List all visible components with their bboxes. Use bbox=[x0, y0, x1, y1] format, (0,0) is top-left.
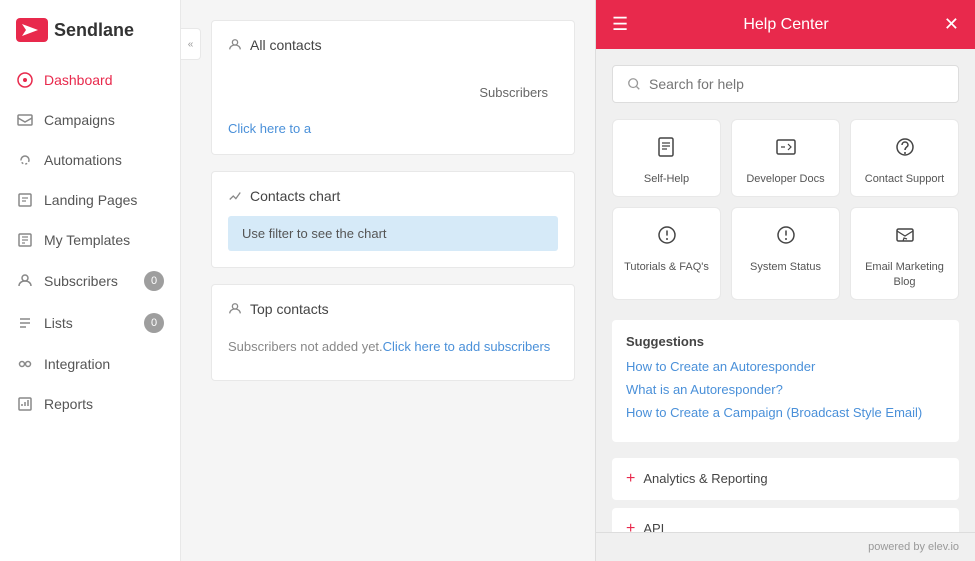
top-contacts-card: Top contacts Subscribers not added yet.C… bbox=[211, 284, 575, 381]
all-contacts-link[interactable]: Click here to a bbox=[228, 121, 311, 136]
email-marketing-blog-icon bbox=[894, 224, 916, 252]
sidebar-item-campaigns-label: Campaigns bbox=[44, 112, 115, 128]
reports-icon bbox=[16, 395, 34, 413]
search-input[interactable] bbox=[649, 76, 944, 92]
sidebar-nav: Dashboard Campaigns Automations Landing … bbox=[0, 60, 180, 561]
all-contacts-icon bbox=[228, 38, 242, 52]
all-contacts-header: All contacts bbox=[228, 37, 558, 53]
sidebar-item-integration[interactable]: Integration bbox=[0, 344, 180, 384]
developer-docs-label: Developer Docs bbox=[746, 172, 824, 186]
collapse-sidebar-button[interactable]: « bbox=[181, 28, 201, 60]
accordion-analytics-reporting-label: Analytics & Reporting bbox=[643, 471, 767, 486]
dashboard-icon bbox=[16, 71, 34, 89]
top-contacts-title: Top contacts bbox=[250, 301, 329, 317]
campaigns-icon bbox=[16, 111, 34, 129]
contacts-chart-card: Contacts chart Use filter to see the cha… bbox=[211, 171, 575, 268]
sidebar-item-automations-label: Automations bbox=[44, 152, 122, 168]
top-contacts-header: Top contacts bbox=[228, 301, 558, 317]
help-center-body: Self-Help Developer Docs Contact Support… bbox=[596, 49, 975, 532]
sidebar-item-lists-label: Lists bbox=[44, 315, 73, 331]
all-contacts-title: All contacts bbox=[250, 37, 322, 53]
filter-hint: Use filter to see the chart bbox=[228, 216, 558, 251]
accordion-api[interactable]: + API bbox=[612, 508, 959, 532]
sidebar-item-campaigns[interactable]: Campaigns bbox=[0, 100, 180, 140]
suggestion-what-autoresponder[interactable]: What is an Autoresponder? bbox=[626, 382, 945, 397]
sidebar-item-landing-pages[interactable]: Landing Pages bbox=[0, 180, 180, 220]
suggestion-campaign-broadcast[interactable]: How to Create a Campaign (Broadcast Styl… bbox=[626, 405, 945, 420]
content-area: All contacts Subscribers Click here to a… bbox=[181, 0, 595, 417]
lists-badge: 0 bbox=[144, 313, 164, 333]
search-icon bbox=[627, 77, 641, 91]
sendlane-logo-icon bbox=[16, 18, 48, 42]
all-contacts-card: All contacts Subscribers Click here to a bbox=[211, 20, 575, 155]
help-center-header: ☰ Help Center ✕ bbox=[596, 0, 975, 49]
top-contacts-icon bbox=[228, 302, 242, 316]
sidebar-item-reports-label: Reports bbox=[44, 396, 93, 412]
contact-support-icon bbox=[894, 136, 916, 164]
suggestion-autoresponder[interactable]: How to Create an Autoresponder bbox=[626, 359, 945, 374]
help-center-menu-icon[interactable]: ☰ bbox=[612, 14, 628, 35]
sidebar-item-automations[interactable]: Automations bbox=[0, 140, 180, 180]
add-subscribers-link[interactable]: Click here to add subscribers bbox=[383, 339, 551, 354]
suggestions-section: Suggestions How to Create an Autorespond… bbox=[612, 320, 959, 442]
help-center-title: Help Center bbox=[628, 16, 944, 34]
sidebar-item-subscribers-label: Subscribers bbox=[44, 273, 118, 289]
self-help-label: Self-Help bbox=[644, 172, 689, 186]
sidebar-item-reports[interactable]: Reports bbox=[0, 384, 180, 424]
sidebar-item-integration-label: Integration bbox=[44, 356, 110, 372]
developer-docs-icon bbox=[775, 136, 797, 164]
integration-icon bbox=[16, 355, 34, 373]
main-content: « All contacts Subscribers Click here to… bbox=[181, 0, 595, 561]
system-status-icon bbox=[775, 224, 797, 252]
help-center-panel: ☰ Help Center ✕ Self-Help Developer Docs bbox=[595, 0, 975, 561]
help-search-bar[interactable] bbox=[612, 65, 959, 103]
sidebar-item-my-templates-label: My Templates bbox=[44, 232, 130, 248]
sidebar-item-dashboard-label: Dashboard bbox=[44, 72, 113, 88]
accordion-api-label: API bbox=[643, 521, 664, 532]
automations-icon bbox=[16, 151, 34, 169]
system-status-label: System Status bbox=[750, 260, 821, 274]
sidebar: Sendlane Dashboard Campaigns Automations… bbox=[0, 0, 181, 561]
sidebar-item-my-templates[interactable]: My Templates bbox=[0, 220, 180, 260]
tutorials-faqs-label: Tutorials & FAQ's bbox=[624, 260, 709, 274]
contacts-chart-title: Contacts chart bbox=[250, 188, 340, 204]
accordion-plus-icon-2: + bbox=[626, 520, 635, 532]
logo-text: Sendlane bbox=[54, 20, 134, 41]
subscribers-label: Subscribers bbox=[228, 65, 558, 120]
accordion-plus-icon: + bbox=[626, 470, 635, 488]
help-center-footer: powered by elev.io bbox=[596, 532, 975, 561]
suggestions-title: Suggestions bbox=[626, 334, 945, 349]
landing-pages-icon bbox=[16, 191, 34, 209]
help-icon-developer-docs[interactable]: Developer Docs bbox=[731, 119, 840, 197]
help-icon-contact-support[interactable]: Contact Support bbox=[850, 119, 959, 197]
self-help-icon bbox=[656, 136, 678, 164]
help-icons-grid: Self-Help Developer Docs Contact Support… bbox=[612, 119, 959, 300]
top-contacts-empty-prefix: Subscribers not added yet. bbox=[228, 339, 383, 354]
contacts-chart-icon bbox=[228, 189, 242, 203]
accordion-analytics-reporting[interactable]: + Analytics & Reporting bbox=[612, 458, 959, 500]
contact-support-label: Contact Support bbox=[865, 172, 945, 186]
help-icon-system-status[interactable]: System Status bbox=[731, 207, 840, 300]
sidebar-item-dashboard[interactable]: Dashboard bbox=[0, 60, 180, 100]
help-footer-text: powered by elev.io bbox=[868, 541, 959, 553]
tutorials-faqs-icon bbox=[656, 224, 678, 252]
help-center-close-button[interactable]: ✕ bbox=[944, 14, 959, 35]
my-templates-icon bbox=[16, 231, 34, 249]
help-icon-self-help[interactable]: Self-Help bbox=[612, 119, 721, 197]
lists-icon bbox=[16, 314, 34, 332]
subscribers-badge: 0 bbox=[144, 271, 164, 291]
help-icon-tutorials-faqs[interactable]: Tutorials & FAQ's bbox=[612, 207, 721, 300]
sidebar-item-subscribers[interactable]: Subscribers 0 bbox=[0, 260, 180, 302]
top-contacts-empty: Subscribers not added yet.Click here to … bbox=[228, 329, 558, 364]
help-icon-email-marketing-blog[interactable]: Email Marketing Blog bbox=[850, 207, 959, 300]
sidebar-item-lists[interactable]: Lists 0 bbox=[0, 302, 180, 344]
contacts-chart-header: Contacts chart bbox=[228, 188, 558, 204]
email-marketing-blog-label: Email Marketing Blog bbox=[859, 260, 950, 289]
subscribers-icon bbox=[16, 272, 34, 290]
logo: Sendlane bbox=[0, 0, 180, 60]
sidebar-item-landing-pages-label: Landing Pages bbox=[44, 192, 137, 208]
